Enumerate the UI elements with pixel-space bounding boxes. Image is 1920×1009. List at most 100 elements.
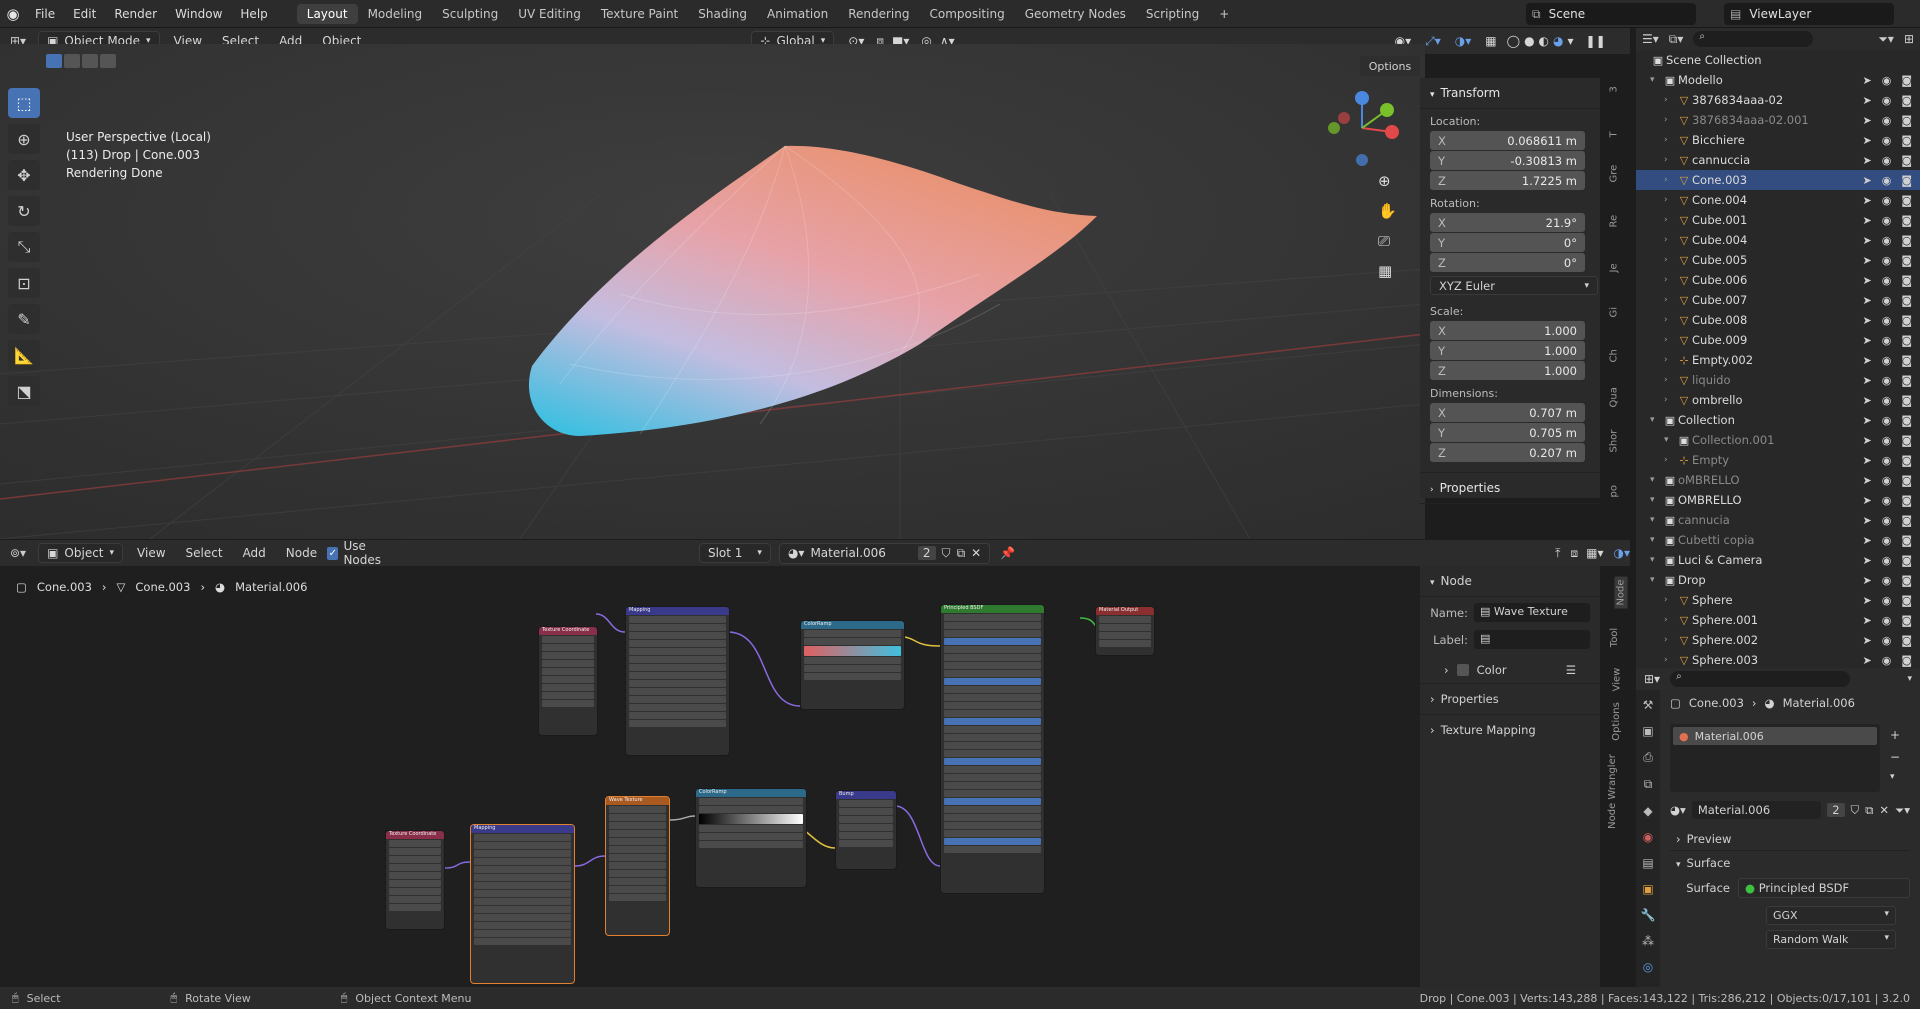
menu-help[interactable]: Help — [231, 7, 276, 21]
outliner-row[interactable]: ▾ ▣ oMBRELLO ➤ ◉ ◙ — [1636, 470, 1920, 490]
node-socket-row[interactable] — [1099, 624, 1151, 631]
node-menu-add[interactable]: Add — [233, 546, 276, 560]
node-socket-row[interactable] — [944, 790, 1041, 797]
tab-tool[interactable]: Tool — [1609, 628, 1620, 647]
chevron-right-icon[interactable]: › — [1664, 175, 1676, 185]
node-socket-row[interactable] — [944, 718, 1041, 725]
node-socket-row[interactable] — [699, 806, 803, 813]
node-socket-row[interactable] — [944, 638, 1041, 645]
camera-render-icon[interactable]: ◙ — [1901, 354, 1912, 367]
node-socket-row[interactable] — [944, 742, 1041, 749]
eye-icon[interactable]: ◉ — [1882, 354, 1892, 367]
menu-render[interactable]: Render — [105, 7, 166, 21]
node-socket-row[interactable] — [804, 638, 901, 645]
link-icon[interactable]: ⏷▾ — [1895, 803, 1910, 818]
camera-render-icon[interactable]: ◙ — [1901, 114, 1912, 127]
node-socket-row[interactable] — [609, 838, 666, 845]
node-socket-row[interactable] — [609, 878, 666, 885]
node-socket-row[interactable] — [839, 800, 893, 807]
node-socket-row[interactable] — [699, 798, 803, 805]
sidebar-tab[interactable]: Je — [1609, 255, 1620, 272]
node-socket-row[interactable] — [629, 640, 726, 647]
camera-render-icon[interactable]: ◙ — [1901, 254, 1912, 267]
select-arrow-icon[interactable]: ➤ — [1862, 574, 1871, 587]
outliner-row[interactable]: ▾ ▣ Luci & Camera ➤ ◉ ◙ — [1636, 550, 1920, 570]
material-browse-icon[interactable]: ◕▾ — [1670, 803, 1686, 817]
rotation-y-field[interactable]: Y 0° — [1430, 233, 1585, 252]
menu-edit[interactable]: Edit — [64, 7, 105, 21]
select-arrow-icon[interactable]: ➤ — [1862, 294, 1871, 307]
new-collection-icon[interactable]: ⊞ — [1904, 32, 1914, 46]
close-icon[interactable]: ✕ — [971, 546, 981, 560]
move-tool-icon[interactable]: ✥ — [8, 160, 40, 190]
surface-shader-field[interactable]: ● Principled BSDF — [1738, 878, 1910, 898]
camera-render-icon[interactable]: ◙ — [1901, 434, 1912, 447]
camera-render-icon[interactable]: ◙ — [1901, 414, 1912, 427]
chevron-right-icon[interactable]: › — [1664, 195, 1676, 205]
shader-node[interactable]: ColorRamp — [800, 620, 905, 710]
camera-render-icon[interactable]: ◙ — [1901, 514, 1912, 527]
camera-render-icon[interactable]: ◙ — [1901, 594, 1912, 607]
camera-render-icon[interactable]: ◙ — [1901, 334, 1912, 347]
tab-compositing[interactable]: Compositing — [919, 4, 1014, 24]
outliner-row[interactable]: ▾ ▣ Collection ➤ ◉ ◙ — [1636, 410, 1920, 430]
eye-icon[interactable]: ◉ — [1882, 134, 1892, 147]
shader-node[interactable]: Bump — [835, 790, 897, 870]
node-socket-row[interactable] — [629, 616, 726, 623]
outliner-row[interactable]: › ⊹ Empty.002 ➤ ◉ ◙ — [1636, 350, 1920, 370]
node-socket-row[interactable] — [944, 782, 1041, 789]
outliner-row[interactable]: › ⊹ Empty ➤ ◉ ◙ — [1636, 450, 1920, 470]
node-socket-row[interactable] — [629, 624, 726, 631]
outliner-row[interactable]: ▾ ▣ Collection.001 ➤ ◉ ◙ — [1636, 430, 1920, 450]
chevron-down-icon[interactable]: ▾ — [1650, 555, 1662, 565]
pause-icon[interactable]: ❚❚ — [1586, 34, 1606, 48]
outliner-row[interactable]: › ▽ Cube.006 ➤ ◉ ◙ — [1636, 270, 1920, 290]
measure-tool-icon[interactable]: 📐 — [8, 340, 40, 370]
eye-icon[interactable]: ◉ — [1882, 314, 1892, 327]
node-overlay-icon[interactable]: ◑▾ — [1613, 546, 1630, 560]
cursor-tool-icon[interactable]: ⊕ — [8, 124, 40, 154]
select-arrow-icon[interactable]: ➤ — [1862, 534, 1871, 547]
select-arrow-icon[interactable]: ➤ — [1862, 614, 1871, 627]
view-layer-selector[interactable]: ▤ ViewLayer — [1724, 3, 1894, 25]
select-arrow-icon[interactable]: ➤ — [1862, 94, 1871, 107]
node-menu-view[interactable]: View — [127, 546, 175, 560]
node-socket-row[interactable] — [944, 758, 1041, 765]
node-socket-row[interactable] — [542, 636, 594, 643]
outliner-row[interactable]: ▾ ▣ Cubetti copia ➤ ◉ ◙ — [1636, 530, 1920, 550]
node-socket-row[interactable] — [474, 858, 571, 865]
chevron-down-icon[interactable]: ▾ — [1907, 674, 1912, 684]
node-socket-row[interactable] — [804, 665, 901, 672]
scale-x-field[interactable]: X 1.000 — [1430, 321, 1585, 340]
select-arrow-icon[interactable]: ➤ — [1862, 214, 1871, 227]
node-socket-row[interactable] — [944, 846, 1041, 853]
node-socket-row[interactable] — [629, 720, 726, 727]
node-socket-row[interactable] — [944, 814, 1041, 821]
users-count[interactable]: 2 — [917, 546, 936, 560]
chevron-down-icon[interactable]: ▾ — [1664, 435, 1676, 445]
camera-render-icon[interactable]: ◙ — [1901, 654, 1912, 667]
tab-shading[interactable]: Shading — [688, 4, 757, 24]
eye-icon[interactable]: ◉ — [1882, 274, 1892, 287]
node-socket-row[interactable] — [389, 872, 441, 879]
texture-mapping-header[interactable]: › Texture Mapping — [1420, 714, 1600, 745]
select-arrow-icon[interactable]: ➤ — [1862, 174, 1871, 187]
camera-render-icon[interactable]: ◙ — [1901, 194, 1912, 207]
sidebar-tab[interactable]: Gre — [1609, 165, 1620, 183]
node-socket-row[interactable] — [944, 670, 1041, 677]
node-socket-row[interactable] — [474, 914, 571, 921]
node-socket-row[interactable] — [944, 838, 1041, 845]
node-socket-row[interactable] — [542, 644, 594, 651]
node-socket-row[interactable] — [944, 726, 1041, 733]
sidebar-tab[interactable]: Shor — [1609, 430, 1620, 453]
node-socket-row[interactable] — [609, 814, 666, 821]
menu-file[interactable]: File — [26, 7, 64, 21]
material-slot-item[interactable]: ● Material.006 — [1673, 727, 1877, 745]
node-socket-row[interactable] — [542, 684, 594, 691]
select-arrow-icon[interactable]: ➤ — [1862, 414, 1871, 427]
eye-icon[interactable]: ◉ — [1882, 374, 1892, 387]
node-socket-row[interactable] — [629, 688, 726, 695]
select-arrow-icon[interactable]: ➤ — [1862, 474, 1871, 487]
editor-type-icon[interactable]: ⊚▾ — [10, 546, 26, 560]
camera-render-icon[interactable]: ◙ — [1901, 574, 1912, 587]
